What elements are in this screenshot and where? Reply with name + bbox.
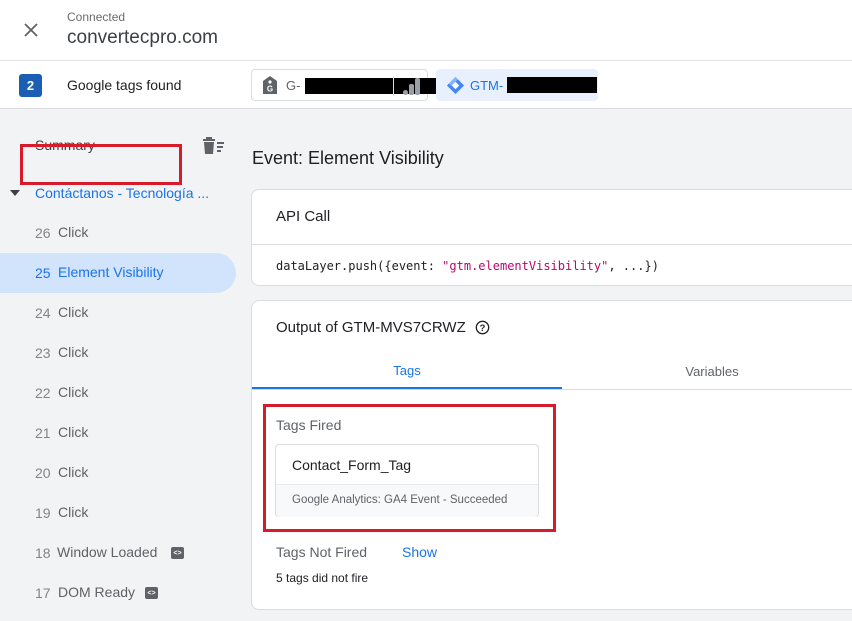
event-detail-panel: Event: Element Visibility API Call dataL… — [238, 109, 852, 621]
tags-found-bar: 2 Google tags found G G- GTM- — [0, 61, 852, 109]
google-tag-icon: G — [263, 76, 277, 94]
sidebar-event-25[interactable]: 25 Element Visibility — [0, 253, 236, 293]
not-fired-count: 5 tags did not fire — [276, 571, 369, 585]
tags-not-fired-heading: Tags Not Fired — [276, 544, 368, 560]
event-number: 22 — [35, 385, 51, 401]
caret-down-icon[interactable] — [10, 190, 20, 196]
event-number: 26 — [35, 225, 51, 241]
show-not-fired-link[interactable]: Show — [402, 544, 437, 560]
event-number: 20 — [35, 465, 51, 481]
event-name: Click — [58, 424, 89, 440]
connection-status: Connected — [67, 10, 126, 24]
ga4-tag-chip[interactable]: G G- — [251, 69, 438, 101]
connected-domain: convertecpro.com — [67, 27, 219, 48]
code-prefix: dataLayer.push({event: — [276, 259, 443, 273]
event-name: Click — [58, 304, 89, 320]
help-icon[interactable]: ? — [475, 320, 490, 335]
svg-text:G: G — [267, 85, 273, 94]
tabs-divider — [252, 389, 852, 390]
event-number: 19 — [35, 505, 51, 521]
event-sidebar: Summary Contáctanos - Tecnología ... 26 … — [0, 109, 238, 621]
sidebar-event-20[interactable]: 20 Click — [0, 453, 236, 493]
gtm-icon — [446, 76, 465, 94]
sidebar-event-21[interactable]: 21 Click — [0, 413, 236, 453]
analytics-bars-icon — [403, 78, 420, 95]
sidebar-event-19[interactable]: 19 Click — [0, 493, 236, 533]
event-number: 18 — [35, 545, 51, 561]
code-event-string: "gtm.elementVisibility" — [442, 259, 609, 273]
event-name: Click — [58, 344, 89, 360]
sidebar-event-24[interactable]: 24 Click — [0, 293, 236, 333]
close-button[interactable] — [18, 17, 44, 43]
event-name: Click — [58, 384, 89, 400]
api-call-heading: API Call — [276, 208, 331, 225]
ga4-tag-id-prefix: G- — [286, 77, 301, 93]
tags-count-badge: 2 — [19, 74, 42, 97]
sidebar-event-26[interactable]: 26 Click — [0, 213, 236, 253]
output-heading: Output of GTM-MVS7CRWZ — [276, 319, 466, 336]
event-name: DOM Ready — [58, 584, 136, 600]
event-number: 23 — [35, 345, 51, 361]
gtm-id-prefix: GTM- — [470, 77, 504, 93]
code-suffix: , ...}) — [608, 259, 659, 273]
sidebar-event-17[interactable]: 17 DOM Ready <> — [0, 573, 236, 613]
event-number: 21 — [35, 425, 51, 441]
code-icon: <> — [145, 587, 158, 599]
sidebar-event-18[interactable]: 18 Window Loaded <> — [0, 533, 236, 573]
page-title-label: Contáctanos - Tecnología ... — [35, 185, 210, 201]
highlight-box — [263, 404, 556, 532]
redacted-id — [507, 77, 597, 93]
card-divider — [252, 244, 852, 245]
top-header: Connected convertecpro.com — [0, 0, 852, 61]
sidebar-event-22[interactable]: 22 Click — [0, 373, 236, 413]
close-icon[interactable] — [23, 22, 39, 38]
tab-variables[interactable]: Variables — [562, 353, 852, 389]
event-name: Element Visibility — [58, 264, 164, 280]
event-name: Click — [58, 464, 89, 480]
event-title: Event: Element Visibility — [252, 148, 444, 168]
sidebar-event-23[interactable]: 23 Click — [0, 333, 236, 373]
event-number: 25 — [35, 265, 51, 281]
event-name: Window Loaded — [57, 544, 158, 560]
delete-sweep-icon — [203, 137, 224, 154]
output-heading-row: Output of GTM-MVS7CRWZ ? — [276, 319, 490, 336]
clear-messages-button[interactable] — [203, 135, 225, 155]
event-number: 17 — [35, 585, 51, 601]
tags-found-label: Google tags found — [67, 77, 182, 93]
api-call-code: dataLayer.push({event: "gtm.elementVisib… — [276, 259, 659, 273]
code-icon: <> — [171, 547, 184, 559]
tab-tags[interactable]: Tags — [252, 353, 562, 389]
event-name: Click — [58, 224, 89, 240]
event-name: Click — [58, 504, 89, 520]
svg-text:?: ? — [479, 323, 485, 333]
gtm-container-chip[interactable]: GTM- — [436, 69, 598, 101]
highlight-box — [20, 144, 182, 185]
api-call-card: API Call dataLayer.push({event: "gtm.ele… — [251, 189, 852, 286]
event-number: 24 — [35, 305, 51, 321]
chip-divider — [393, 76, 394, 96]
